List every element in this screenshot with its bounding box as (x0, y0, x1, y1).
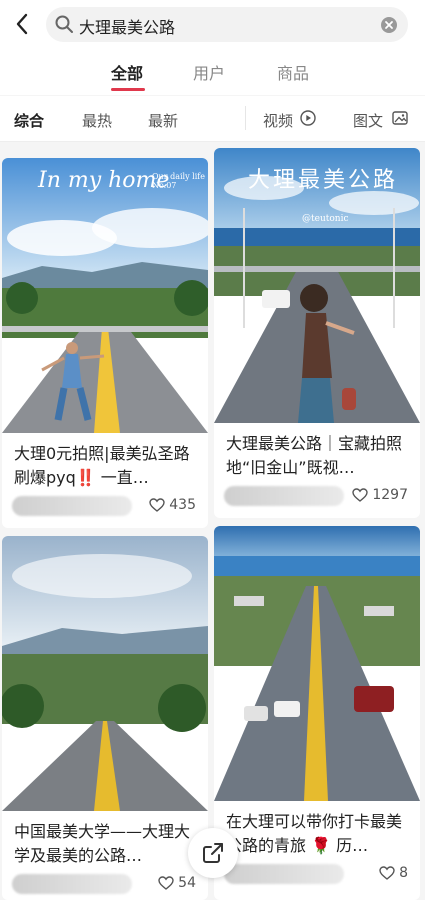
tab-products[interactable]: 商品 (277, 60, 309, 84)
like-count-value: 54 (178, 875, 196, 891)
play-icon (300, 110, 316, 130)
heart-icon (379, 866, 395, 880)
card-cover-image: 大理最美公路 @teutonic (214, 148, 420, 423)
filter-newest[interactable]: 最新 (148, 110, 178, 131)
like-count-value: 435 (169, 497, 196, 513)
chevron-left-icon (16, 13, 28, 35)
author-avatar[interactable] (224, 864, 344, 884)
feed-card[interactable]: 中国最美大学——大理大学及最美的公路… 54 (2, 536, 208, 900)
heart-icon (158, 876, 174, 890)
cover-title-text: In my home (38, 168, 170, 193)
image-icon (392, 110, 408, 130)
like-count-value: 1297 (372, 487, 408, 503)
filter-video[interactable]: 视频 (263, 110, 293, 131)
cover-subtitle-text: Our daily life No.07 (152, 172, 205, 190)
tab-bar: 全部 用户 商品 (0, 50, 425, 95)
share-icon (203, 843, 223, 863)
tab-all[interactable]: 全部 (111, 60, 143, 84)
search-query: 大理最美公路 (79, 18, 176, 37)
feed-card[interactable]: 在大理可以带你打卡最美公路的青旅 🌹 历… 8 (214, 526, 420, 900)
tab-indicator (111, 88, 145, 91)
share-button[interactable] (188, 828, 238, 878)
top-bar: 大理最美公路 (0, 0, 425, 50)
like-count[interactable]: 8 (379, 865, 408, 881)
search-icon (54, 14, 74, 38)
filter-image-text[interactable]: 图文 (353, 110, 383, 131)
card-title: 大理0元拍照|最美弘圣路 刷爆pyq‼️ 一直… (14, 444, 190, 487)
cover-subtitle-text: @teutonic (302, 214, 349, 224)
card-cover-image (2, 536, 208, 811)
card-title: 在大理可以带你打卡最美公路的青旅 🌹 历… (226, 812, 403, 855)
filter-comprehensive[interactable]: 综合 (14, 110, 44, 131)
cover-title-text: 大理最美公路 (248, 168, 399, 193)
search-input[interactable]: 大理最美公路 (46, 7, 408, 42)
feed-card[interactable]: In my home Our daily life No.07 大理0元拍照|最… (2, 158, 208, 528)
like-count[interactable]: 1297 (352, 487, 408, 503)
filter-bar: 综合 最热 最新 视频 图文 (0, 96, 425, 142)
filter-hottest[interactable]: 最热 (82, 110, 112, 131)
card-cover-image: In my home Our daily life No.07 (2, 158, 208, 433)
back-button[interactable] (8, 10, 36, 38)
filter-divider (245, 106, 246, 130)
author-avatar[interactable] (224, 486, 344, 506)
tab-users[interactable]: 用户 (193, 60, 225, 84)
like-count-value: 8 (399, 865, 408, 881)
card-title: 大理最美公路｜宝藏拍照地“旧金山”既视… (226, 434, 403, 477)
feed-card[interactable]: 大理最美公路 @teutonic 大理最美公路｜宝藏拍照地“旧金山”既视… 12… (214, 148, 420, 518)
heart-icon (149, 498, 165, 512)
author-avatar[interactable] (12, 496, 132, 516)
card-title: 中国最美大学——大理大学及最美的公路… (14, 822, 191, 865)
heart-icon (352, 488, 369, 502)
like-count[interactable]: 435 (149, 497, 196, 513)
author-avatar[interactable] (12, 874, 132, 894)
clear-icon[interactable] (380, 16, 398, 38)
card-cover-image (214, 526, 420, 801)
like-count[interactable]: 54 (158, 875, 196, 891)
